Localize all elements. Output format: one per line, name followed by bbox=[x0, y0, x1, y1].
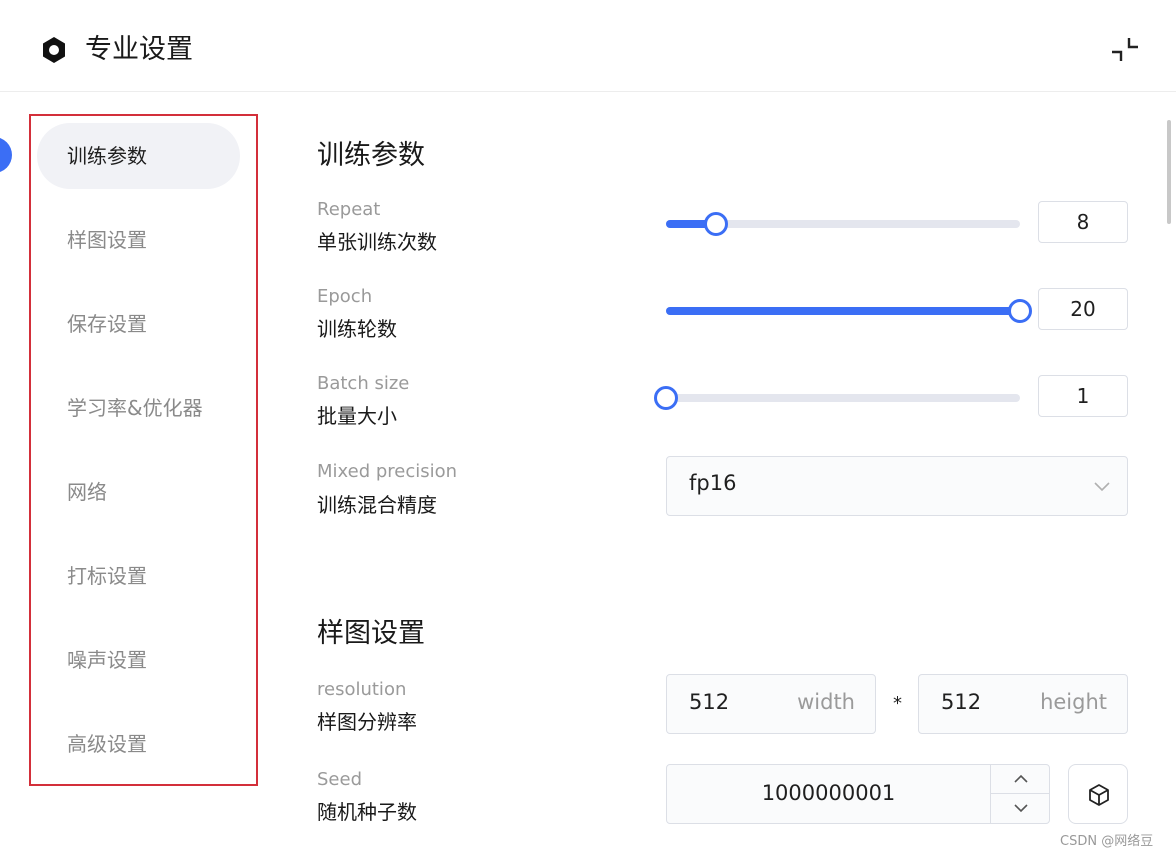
height-suffix: height bbox=[1040, 690, 1107, 714]
batch-slider[interactable] bbox=[654, 384, 1020, 412]
sidebar-item-training[interactable]: 训练参数 bbox=[37, 123, 240, 189]
slider-thumb[interactable] bbox=[1008, 299, 1032, 323]
resolution-label-en: resolution bbox=[317, 679, 407, 700]
precision-label-cn: 训练混合精度 bbox=[317, 493, 437, 517]
epoch-label-en: Epoch bbox=[317, 286, 373, 307]
repeat-slider[interactable] bbox=[666, 210, 1020, 238]
epoch-label-cn: 训练轮数 bbox=[317, 317, 397, 341]
section-title-sample: 样图设置 bbox=[317, 618, 425, 649]
seed-increment-button[interactable] bbox=[990, 765, 1050, 794]
width-suffix: width bbox=[797, 690, 855, 714]
repeat-label-en: Repeat bbox=[317, 199, 381, 220]
seed-input: 1000000001 bbox=[666, 764, 1050, 824]
slider-fill bbox=[666, 307, 1020, 315]
dialog-header: 专业设置 bbox=[0, 0, 1176, 92]
sidebar-item-optimizer[interactable]: 学习率&优化器 bbox=[37, 375, 240, 441]
seed-value[interactable]: 1000000001 bbox=[667, 781, 990, 805]
repeat-input[interactable]: 8 bbox=[1038, 201, 1128, 243]
nut-icon bbox=[43, 37, 65, 63]
width-value: 512 bbox=[689, 690, 730, 714]
height-input[interactable]: 512 height bbox=[918, 674, 1128, 734]
precision-select[interactable]: fp16 bbox=[666, 456, 1128, 516]
scrollbar[interactable] bbox=[1167, 120, 1171, 224]
section-title-training: 训练参数 bbox=[317, 140, 425, 171]
resolution-label-cn: 样图分辨率 bbox=[317, 710, 417, 734]
precision-value: fp16 bbox=[689, 471, 737, 495]
batch-label-cn: 批量大小 bbox=[317, 404, 397, 428]
seed-decrement-button[interactable] bbox=[990, 794, 1050, 824]
resolution-separator: * bbox=[893, 693, 902, 714]
seed-label-en: Seed bbox=[317, 769, 362, 790]
precision-label-en: Mixed precision bbox=[317, 461, 458, 482]
batch-input[interactable]: 1 bbox=[1038, 375, 1128, 417]
batch-label-en: Batch size bbox=[317, 373, 410, 394]
height-value: 512 bbox=[941, 690, 982, 714]
slider-track bbox=[666, 394, 1020, 402]
sidebar-item-tagging[interactable]: 打标设置 bbox=[37, 543, 240, 609]
epoch-input[interactable]: 20 bbox=[1038, 288, 1128, 330]
watermark: CSDN @网络豆 bbox=[1060, 834, 1154, 849]
settings-content: 训练参数 Repeat 单张训练次数 8 Epoch 训练轮数 20 Batch… bbox=[280, 93, 1160, 855]
sidebar-item-advanced[interactable]: 高级设置 bbox=[37, 711, 240, 777]
chevron-up-icon bbox=[1014, 774, 1028, 783]
collapse-icon[interactable] bbox=[1108, 34, 1142, 66]
sidebar-item-sample[interactable]: 样图设置 bbox=[37, 207, 240, 273]
repeat-label-cn: 单张训练次数 bbox=[317, 230, 437, 254]
cube-icon bbox=[1089, 784, 1109, 806]
page-title: 专业设置 bbox=[85, 34, 193, 65]
chevron-down-icon bbox=[1014, 804, 1028, 813]
sidebar-item-save[interactable]: 保存设置 bbox=[37, 291, 240, 357]
active-indicator bbox=[0, 137, 12, 173]
sidebar-item-network[interactable]: 网络 bbox=[37, 459, 240, 525]
sidebar-item-noise[interactable]: 噪声设置 bbox=[37, 627, 240, 693]
slider-thumb[interactable] bbox=[703, 212, 728, 236]
epoch-slider[interactable] bbox=[666, 297, 1032, 325]
random-seed-button[interactable] bbox=[1068, 764, 1128, 824]
seed-label-cn: 随机种子数 bbox=[317, 800, 417, 824]
slider-thumb[interactable] bbox=[654, 386, 678, 410]
chevron-down-icon bbox=[1094, 482, 1110, 492]
width-input[interactable]: 512 width bbox=[666, 674, 876, 734]
settings-sidebar: 训练参数 样图设置 保存设置 学习率&优化器 网络 打标设置 噪声设置 高级设置 bbox=[29, 114, 258, 786]
